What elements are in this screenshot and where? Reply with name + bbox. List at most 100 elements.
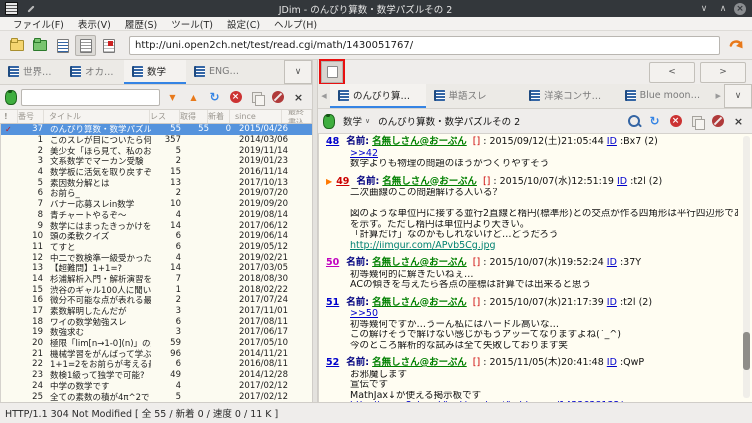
post-body: お邪魔します宣伝ですMathJax↓が使える掲示板ですhttp://super2…: [350, 370, 738, 403]
menu-item[interactable]: ファイル(F): [6, 17, 71, 31]
table-row[interactable]: 25 全ての素数の積が4π^2で 5 2017/02/12: [1, 391, 312, 402]
board-view-button[interactable]: [52, 35, 73, 56]
menu-item[interactable]: ヘルプ(H): [267, 17, 324, 31]
menu-item[interactable]: 表示(V): [71, 17, 118, 31]
thread-tab[interactable]: 洋楽コンサートスレ: [521, 84, 617, 108]
scrollbar-track[interactable]: [743, 136, 750, 398]
post-header: 48 名前: 名無しさん@おーぷん [] : 2015/09/12(土)21:0…: [326, 136, 738, 148]
column-header[interactable]: 番号: [18, 110, 44, 123]
board-tab[interactable]: 世界遺産: [0, 60, 62, 84]
column-header[interactable]: 最終書込: [282, 110, 312, 123]
anchor-link[interactable]: >>42: [350, 149, 738, 160]
post-author-link[interactable]: 名無しさん@おーぷん: [372, 136, 467, 147]
board-filter-input[interactable]: [21, 88, 160, 106]
new-post-marker-icon: ▶: [326, 176, 333, 186]
row-since-date: 2019/02/21: [239, 252, 288, 263]
thread-tabbar: ◀ ▶ ∨ のんびり算数… 単語スレ 洋楽コンサートスレ Blue moonst…: [318, 84, 752, 109]
row-res-count: 6: [175, 231, 181, 242]
delete-log-button[interactable]: [709, 113, 726, 130]
post-author-link[interactable]: 名無しさん@おーぷん: [382, 176, 477, 187]
row-res-count: 5: [175, 145, 181, 156]
open-url-button[interactable]: [726, 36, 746, 56]
post-number-link[interactable]: 50: [326, 257, 339, 268]
menu-item[interactable]: 設定(C): [220, 17, 267, 31]
board-tab[interactable]: オカルト: [62, 60, 124, 84]
main-toolbar: [0, 32, 752, 60]
row-number: 1: [37, 135, 43, 146]
post-number-link[interactable]: 48: [326, 136, 339, 147]
url-input[interactable]: [129, 36, 720, 55]
row-res-count: 4: [175, 209, 181, 220]
unshade-window-button[interactable]: ∧: [715, 2, 731, 15]
menu-item[interactable]: ツール(T): [164, 17, 220, 31]
thread-tab[interactable]: のんびり算数…: [329, 84, 426, 108]
search-button[interactable]: [625, 113, 642, 130]
thread-view-button[interactable]: [75, 35, 96, 56]
image-view-button[interactable]: [98, 35, 119, 56]
favorite-bug-icon[interactable]: [5, 89, 17, 105]
board-select[interactable]: 数学 ∨: [339, 114, 374, 128]
post-id-link[interactable]: ID: [607, 136, 617, 147]
post-number-link[interactable]: 51: [326, 297, 339, 308]
stop-load-button[interactable]: ×: [227, 89, 244, 106]
favorites-button[interactable]: [29, 35, 50, 56]
prev-view-button[interactable]: <: [649, 61, 695, 83]
board-tab[interactable]: 数学: [124, 60, 186, 84]
post-author-link[interactable]: 名無しさん@おーぷん: [372, 357, 467, 368]
thread-tab[interactable]: 単語スレ: [426, 84, 522, 108]
menu-item[interactable]: 履歴(S): [118, 17, 164, 31]
boardlist-button[interactable]: [6, 35, 27, 56]
thread-page-icon: [79, 38, 92, 53]
document-icon: [8, 65, 19, 77]
post-author-link[interactable]: 名無しさん@おーぷん: [372, 257, 467, 268]
column-header[interactable]: 新着: [208, 110, 230, 123]
search-up-button[interactable]: ▲: [185, 89, 202, 106]
row-number: 17: [32, 306, 43, 317]
shade-window-button[interactable]: ∨: [696, 2, 712, 15]
post-id-link[interactable]: ID: [607, 297, 617, 308]
post-text-line: 二次曲線のこの問題解ける人いる？: [350, 188, 503, 198]
url-link[interactable]: http://iimgur.com/APvb5Cg.jpg: [350, 241, 738, 252]
tab-scroll-left-button[interactable]: ◀: [318, 84, 330, 108]
row-since-date: 2017/06/17: [239, 327, 288, 338]
column-header[interactable]: !: [0, 110, 18, 123]
post-number-link[interactable]: 52: [326, 357, 339, 368]
post-mail: []: [472, 296, 481, 308]
thread-tab[interactable]: Blue moonston…: [617, 84, 713, 108]
favorite-bug-icon[interactable]: [323, 113, 335, 129]
post-date: : 2015/10/07(水)12:51:19: [493, 175, 617, 187]
close-board-button[interactable]: ×: [290, 89, 307, 106]
post-text-line: 「計算だけ」なのかもしれないけど…どうだろう: [350, 230, 559, 240]
reload-thread-button[interactable]: ↻: [646, 113, 663, 130]
thread-toolbar: 数学 ∨ のんびり算数・数学パズルその 2 ↻ × ×: [318, 109, 752, 134]
tab-scroll-right-button[interactable]: ▶: [712, 84, 724, 108]
board-tab[interactable]: ENGLISH: [186, 60, 248, 84]
post-id-link[interactable]: ID: [607, 357, 617, 368]
stop-load-button[interactable]: ×: [667, 113, 684, 130]
close-thread-button[interactable]: ×: [730, 113, 747, 130]
anchor-link[interactable]: >>50: [350, 309, 738, 320]
column-header[interactable]: タイトル: [44, 110, 150, 123]
scrollbar-thumb[interactable]: [743, 332, 750, 370]
column-header[interactable]: レス: [150, 110, 180, 123]
sidebar-toggle-button-highlighted[interactable]: [319, 59, 345, 85]
board-tab-list-button[interactable]: ∨: [284, 60, 312, 84]
column-header[interactable]: since: [230, 110, 282, 123]
close-window-button[interactable]: ×: [734, 2, 746, 15]
column-header[interactable]: 取得: [180, 110, 208, 123]
post-id-link[interactable]: ID: [607, 257, 617, 268]
copy-button[interactable]: [688, 113, 705, 130]
reload-board-button[interactable]: ↻: [206, 89, 223, 106]
post-id-link[interactable]: ID: [617, 176, 627, 187]
post-author-link[interactable]: 名無しさん@おーぷん: [372, 297, 467, 308]
search-down-button[interactable]: ▼: [164, 89, 181, 106]
post-body: 初等幾何的に解きたいねぇ… ACの傾きを与えたら各点の座標は計算では出来ると思う: [350, 270, 738, 291]
post-number-link[interactable]: 49: [336, 176, 349, 187]
delete-log-button[interactable]: [269, 89, 286, 106]
copy-button[interactable]: [248, 89, 265, 106]
board-table-header: ! 番号 タイトル レス 取得 新着 since 最終書込: [0, 110, 312, 124]
post-mail: []: [482, 175, 491, 187]
favorites-folder-icon: [32, 38, 47, 51]
thread-tab-list-button[interactable]: ∨: [724, 84, 752, 108]
next-view-button[interactable]: >: [700, 61, 746, 83]
